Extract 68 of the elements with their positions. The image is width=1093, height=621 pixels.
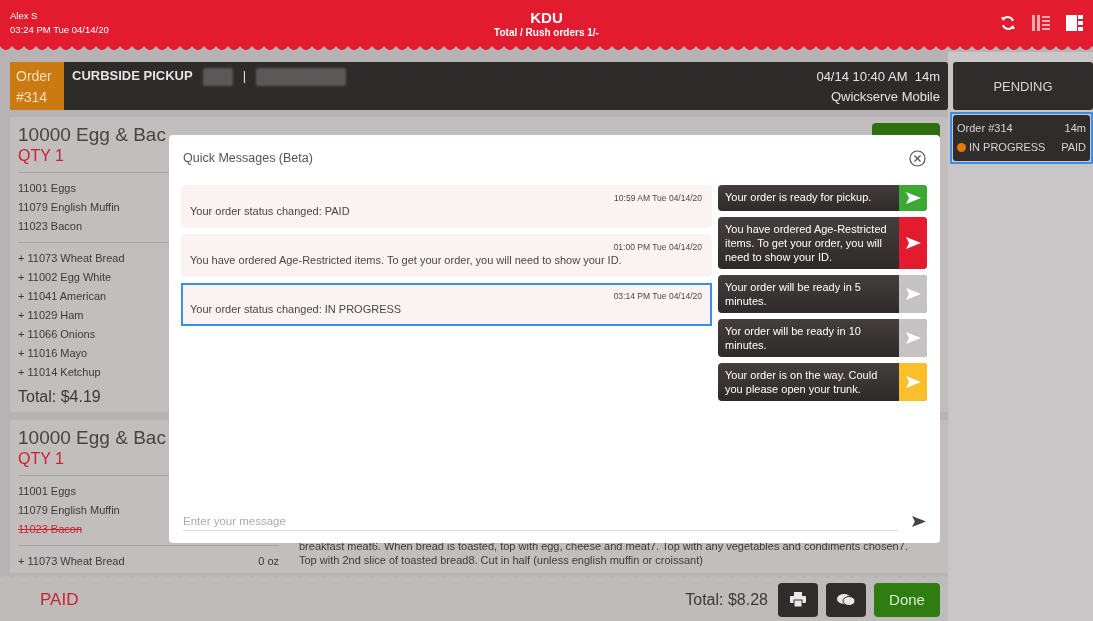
order-source: Qwickserve Mobile bbox=[829, 88, 940, 106]
item-title: 10000 Egg & Bac bbox=[18, 426, 166, 449]
item-total: Total: $4.19 bbox=[18, 388, 101, 406]
message-text: Your order status changed: IN PROGRESS bbox=[190, 302, 403, 317]
user-name: Alex S bbox=[10, 9, 39, 23]
order-number: Order #314 bbox=[10, 62, 64, 110]
dialog-title: Quick Messages (Beta) bbox=[183, 151, 313, 165]
blurred-text bbox=[202, 68, 233, 86]
message-bubble[interactable]: 03:14 PM Tue 04/14/20 Your order status changed: IN PROGRESS bbox=[181, 283, 712, 326]
item-quantity: QTY 1 bbox=[18, 449, 64, 469]
separator: | bbox=[242, 68, 246, 83]
ingredient: 11023 Bacon bbox=[18, 522, 83, 537]
date-time: 03:24 PM Tue 04/14/20 bbox=[10, 23, 110, 37]
ticket-title: Order #314 bbox=[957, 121, 1013, 136]
modifier: + 11041 American bbox=[18, 289, 107, 304]
modifier: + 11029 Ham bbox=[18, 308, 84, 323]
quick-reply-button[interactable]: Yor order will be ready in 10 minutes. bbox=[718, 319, 927, 357]
ingredient: 11079 English Muffin bbox=[18, 503, 120, 518]
order-ticket[interactable]: Order #314 14m IN PROGRESS PAID bbox=[950, 112, 1093, 164]
message-time: 01:00 PM Tue 04/14/20 bbox=[612, 241, 702, 253]
payment-status: PAID bbox=[1061, 140, 1086, 155]
modifier: + 11014 Ketchup bbox=[18, 365, 101, 380]
ingredient: 11001 Eggs bbox=[18, 181, 76, 196]
send-icon bbox=[905, 331, 921, 345]
payment-status: PAID bbox=[40, 589, 80, 610]
modifier: + 11066 Onions bbox=[18, 327, 96, 342]
modifier-amount: 0 oz bbox=[258, 554, 279, 569]
ticket-age: 14m bbox=[1064, 121, 1086, 136]
chat-button[interactable] bbox=[826, 582, 866, 617]
order-time: 04/14 10:40 AM 14m bbox=[816, 68, 940, 86]
send-icon[interactable] bbox=[912, 515, 926, 528]
refresh-icon[interactable] bbox=[1000, 15, 1016, 31]
send-icon bbox=[905, 287, 921, 301]
message-bubble[interactable]: 10:59 AM Tue 04/14/20 Your order status changed: PAID bbox=[181, 185, 712, 228]
ingredient: 11079 English Muffin bbox=[18, 200, 120, 215]
message-bubble[interactable]: 01:00 PM Tue 04/14/20 You have ordered Age-Restricted items. To get your order, you will need to show your ID. bbox=[181, 234, 712, 277]
ingredient: 11023 Bacon bbox=[18, 219, 83, 234]
printer-icon bbox=[790, 592, 806, 607]
close-icon[interactable] bbox=[909, 149, 926, 167]
modifier: + 11073 Wheat Bread bbox=[18, 554, 125, 569]
modifier: + 11002 Egg White bbox=[18, 270, 112, 285]
quick-reply-button[interactable]: Your order will be ready in 5 minutes. bbox=[718, 275, 927, 313]
message-text: You have ordered Age-Restricted items. To get your order, you will need to show your ID. bbox=[190, 253, 623, 268]
columns-icon[interactable] bbox=[1032, 15, 1050, 31]
item-title: 10000 Egg & Bac bbox=[18, 123, 166, 146]
order-summary: Total / Rush orders 1/- bbox=[494, 27, 599, 38]
item-quantity: QTY 1 bbox=[18, 146, 64, 166]
ingredient: 11001 Eggs bbox=[18, 484, 76, 499]
modifier: + 11073 Wheat Bread bbox=[18, 251, 125, 266]
message-time: 10:59 AM Tue 04/14/20 bbox=[613, 192, 702, 204]
send-icon bbox=[905, 375, 921, 389]
order-total: Total: $8.28 bbox=[685, 590, 768, 609]
pending-tab[interactable]: PENDING bbox=[953, 62, 1093, 110]
message-time: 03:14 PM Tue 04/14/20 bbox=[612, 290, 702, 302]
quick-reply-button[interactable]: Your order is on the way. Could you please open your trunk. bbox=[718, 363, 927, 401]
modifier: + 11016 Mayo bbox=[18, 346, 88, 361]
quick-reply-button[interactable]: Your order is ready for pickup. bbox=[718, 185, 927, 211]
pickup-type: CURBSIDE PICKUP bbox=[72, 68, 193, 83]
app-title: KDU bbox=[529, 8, 564, 27]
sidebar-icon[interactable] bbox=[1066, 15, 1083, 31]
done-button[interactable]: Done bbox=[874, 582, 940, 617]
send-icon bbox=[905, 191, 921, 205]
message-text: Your order status changed: PAID bbox=[190, 204, 351, 219]
print-button[interactable] bbox=[778, 582, 818, 617]
quick-reply-button[interactable]: You have ordered Age-Restricted items. To get your order, you will need to show your ID. bbox=[718, 217, 927, 269]
chat-icon bbox=[837, 592, 855, 607]
ticket-status: IN PROGRESS bbox=[969, 141, 1046, 153]
send-icon bbox=[905, 236, 921, 250]
